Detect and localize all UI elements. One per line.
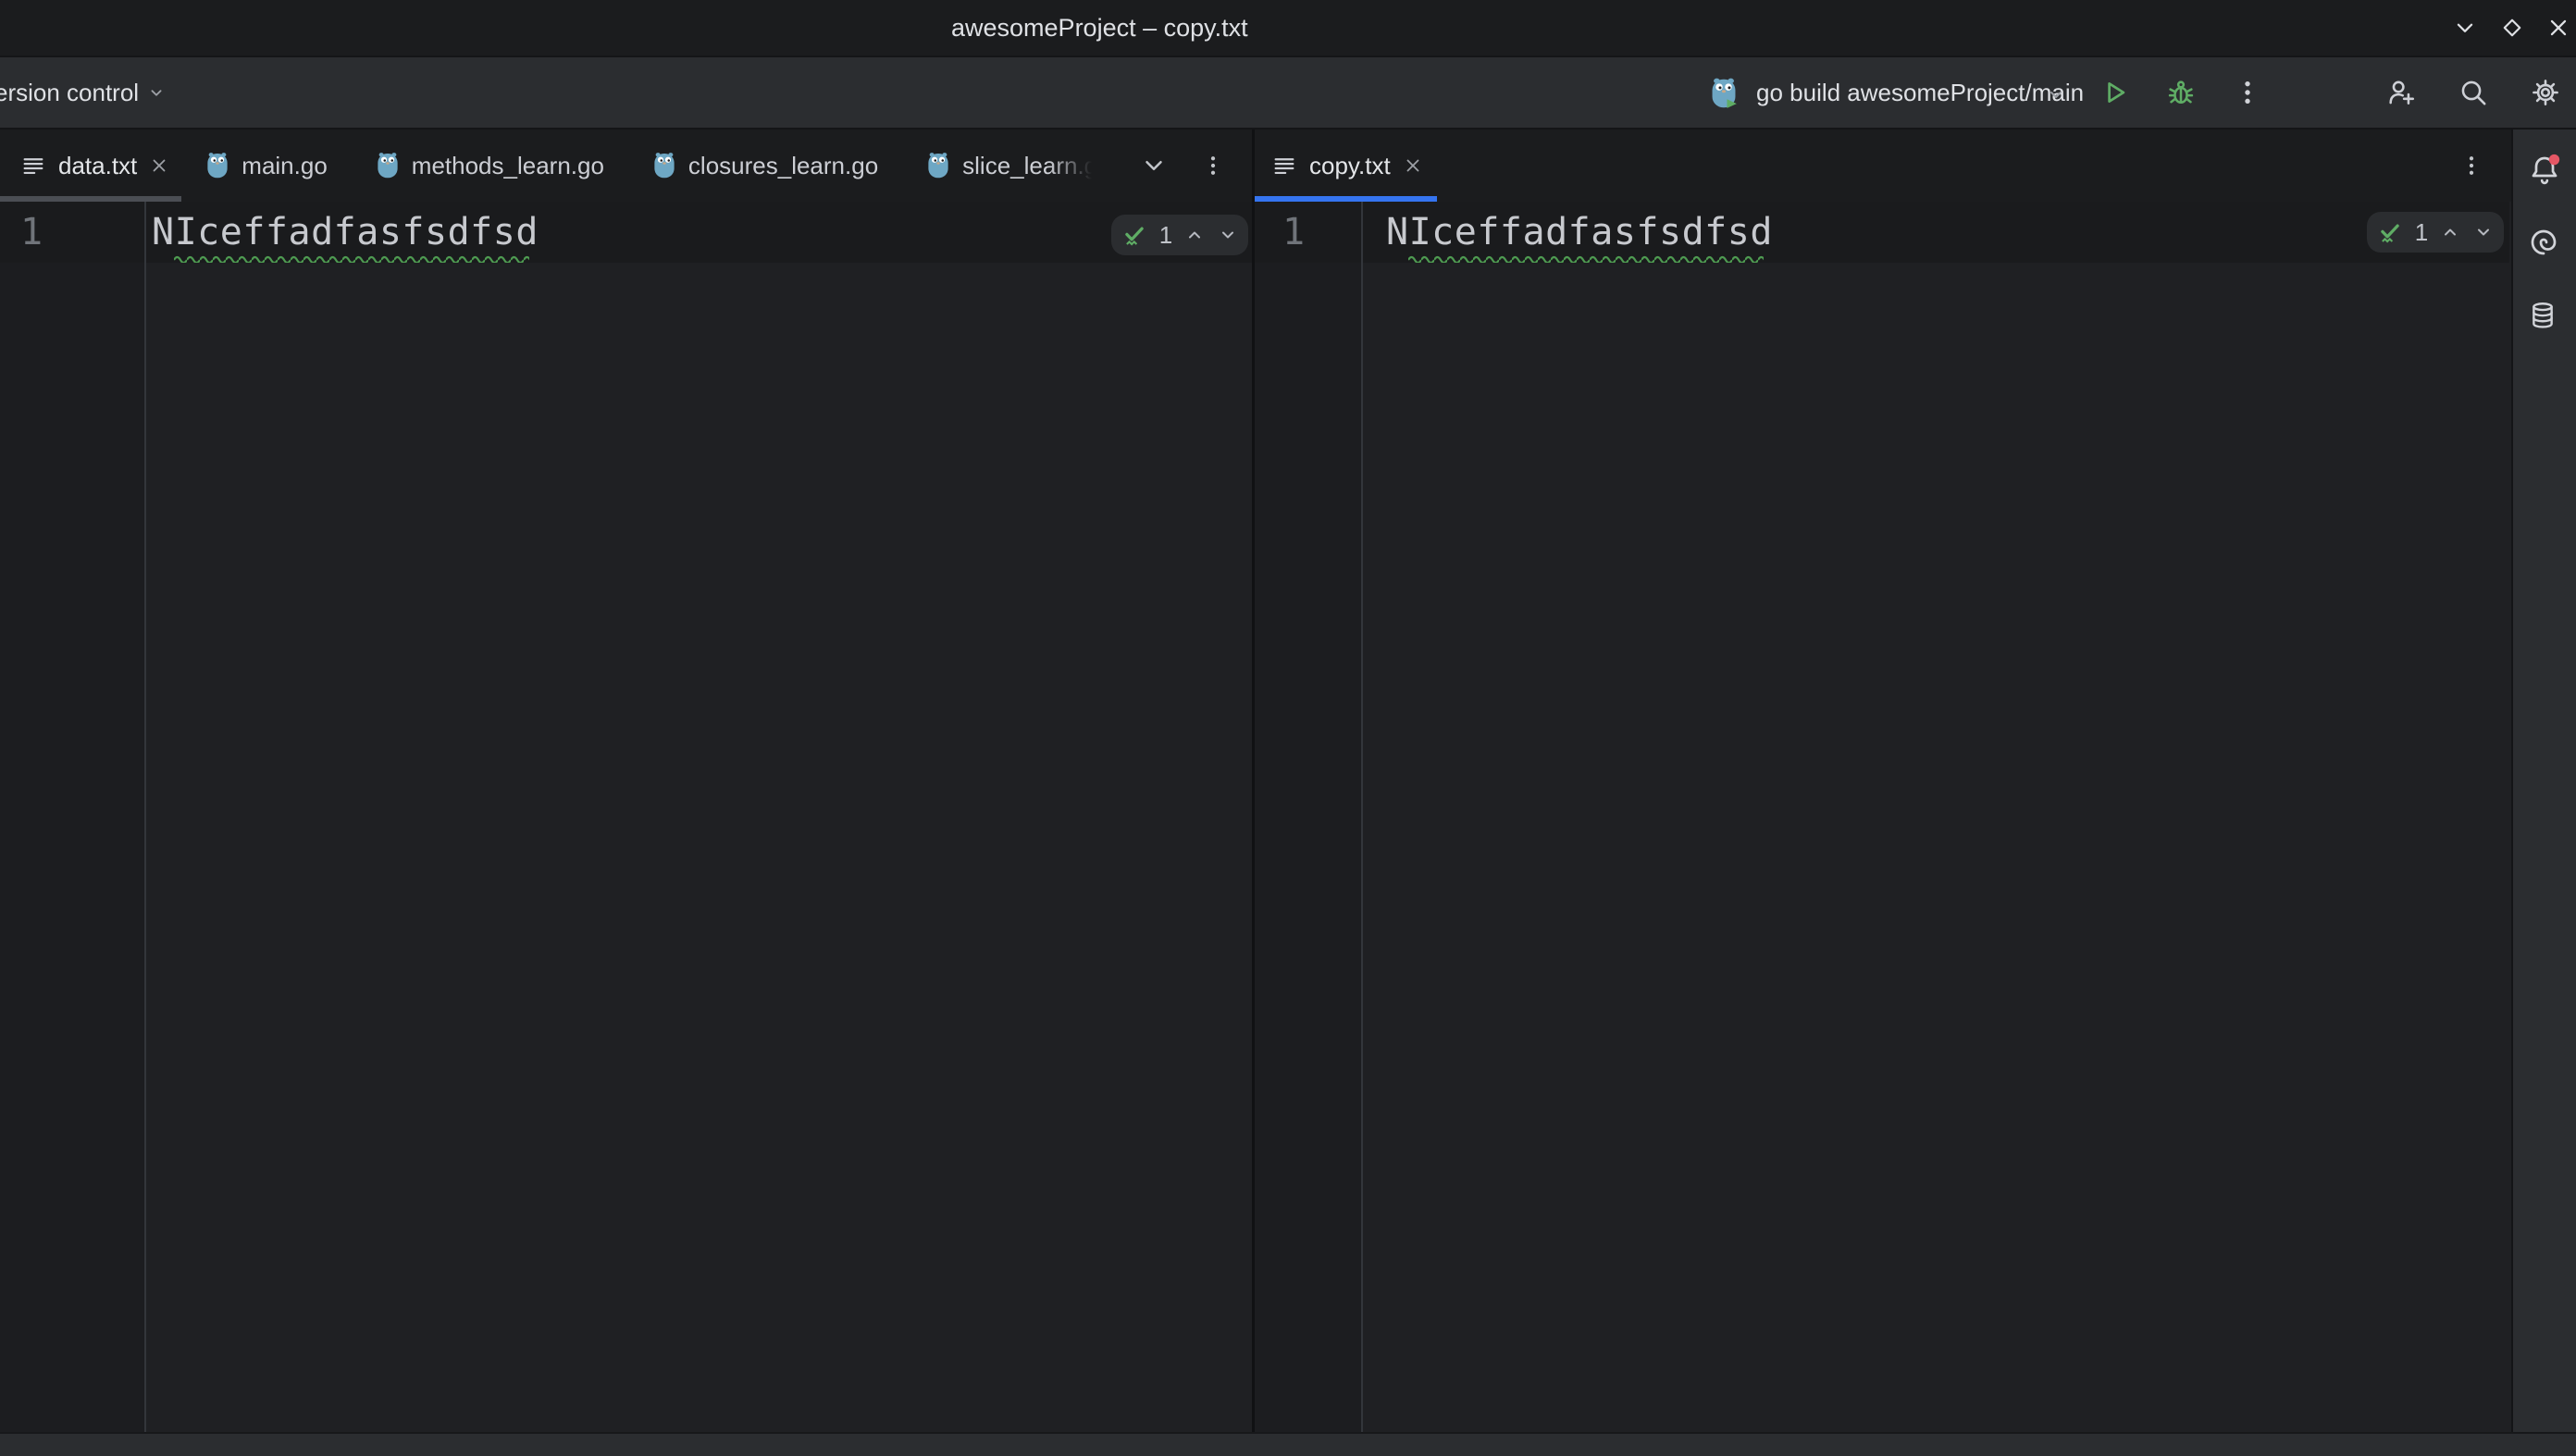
- status-bar: [0, 1432, 2576, 1456]
- tab-methods-learn-go[interactable]: methods_learn.go: [352, 130, 628, 202]
- text-file-icon: [20, 153, 46, 179]
- tab-label: copy.txt: [1309, 152, 1391, 180]
- minimize-chevron-icon[interactable]: [2453, 16, 2477, 40]
- prev-chevron-icon[interactable]: [1183, 224, 1206, 246]
- tab-label: main.go: [242, 152, 328, 180]
- gutter-divider: [144, 202, 146, 1432]
- go-gopher-icon: [652, 152, 676, 179]
- database-icon[interactable]: [2527, 300, 2562, 335]
- pane-splitter[interactable]: [1252, 130, 1255, 1432]
- inspection-widget[interactable]: 1: [1111, 215, 1248, 255]
- editor-tab-bar: data.txt main.go: [0, 130, 2576, 202]
- run-config-label[interactable]: go build awesomeProject/main: [1756, 57, 2084, 128]
- titlebar: awesomeProject – copy.txt: [0, 0, 2576, 56]
- text-file-icon: [1271, 153, 1297, 179]
- typo-squiggle: [1408, 253, 1764, 263]
- gutter-divider: [1361, 202, 1363, 1432]
- close-tab-icon[interactable]: [1402, 154, 1424, 177]
- tab-main-go[interactable]: main.go: [181, 130, 352, 202]
- version-control-widget[interactable]: ersion control: [0, 57, 167, 128]
- editor-area: 1 NIceffadfasfsdfsd 1 1 NIceffadfasfsdfs…: [0, 202, 2576, 1432]
- tab-copy-txt[interactable]: copy.txt: [1255, 130, 1437, 202]
- tab-label: data.txt: [58, 152, 137, 180]
- main-toolbar: ersion control go build awesomeProject/m…: [0, 56, 2576, 130]
- chevron-down-icon[interactable]: [2045, 83, 2067, 105]
- typo-check-icon: [2376, 218, 2404, 246]
- right-tool-stripe: [2511, 130, 2576, 1432]
- window-title: awesomeProject – copy.txt: [951, 0, 1248, 56]
- gutter: [0, 202, 144, 1432]
- next-chevron-icon[interactable]: [2472, 221, 2495, 243]
- version-control-label: ersion control: [0, 79, 139, 107]
- editor-pane-left[interactable]: 1 NIceffadfasfsdfsd 1: [0, 202, 1252, 1432]
- prev-chevron-icon[interactable]: [2439, 221, 2461, 243]
- tab-label: closures_learn.go: [688, 152, 878, 180]
- go-gopher-icon: [926, 152, 950, 179]
- restore-diamond-icon[interactable]: [2500, 16, 2524, 40]
- inspection-count: 1: [1159, 221, 1172, 250]
- search-icon[interactable]: [2458, 77, 2489, 108]
- inspection-count: 1: [2415, 218, 2428, 247]
- gutter: [1255, 202, 1361, 1432]
- tab-options-kebab-icon[interactable]: [1199, 152, 1227, 179]
- typo-squiggle: [174, 253, 529, 263]
- settings-gear-icon[interactable]: [2530, 77, 2561, 108]
- run-play-icon[interactable]: [2099, 77, 2130, 108]
- tab-label: methods_learn.go: [412, 152, 604, 180]
- next-chevron-icon[interactable]: [1217, 224, 1239, 246]
- ai-assistant-swirl-icon[interactable]: [2527, 226, 2562, 261]
- line-number: 1: [20, 205, 43, 259]
- inspection-widget[interactable]: 1: [2367, 212, 2504, 253]
- go-gopher-icon: [376, 152, 400, 179]
- close-icon[interactable]: [2546, 16, 2570, 40]
- tab-options-kebab-icon[interactable]: [2458, 152, 2485, 179]
- editor-line-text[interactable]: NIceffadfasfsdfsd: [152, 205, 539, 259]
- tab-slice-learn-go[interactable]: slice_learn.go: [902, 130, 1116, 202]
- editor-pane-right[interactable]: 1 NIceffadfasfsdfsd 1: [1255, 202, 2509, 1432]
- more-kebab-icon[interactable]: [2232, 77, 2263, 108]
- typo-check-icon: [1121, 221, 1148, 249]
- right-pane-tabs: copy.txt: [1255, 130, 1437, 202]
- chevron-down-icon: [146, 82, 167, 103]
- go-gopher-icon: [205, 152, 229, 179]
- editor-line-text[interactable]: NIceffadfasfsdfsd: [1386, 205, 1773, 259]
- line-number: 1: [1282, 205, 1305, 259]
- tab-data-txt[interactable]: data.txt: [0, 130, 181, 202]
- tab-closures-learn-go[interactable]: closures_learn.go: [628, 130, 902, 202]
- debug-bug-icon[interactable]: [2165, 77, 2197, 108]
- add-user-icon[interactable]: [2385, 77, 2417, 108]
- close-tab-icon[interactable]: [148, 154, 170, 177]
- go-run-config-gopher-icon[interactable]: [1708, 77, 1740, 108]
- tab-label: slice_learn.go: [962, 152, 1092, 180]
- hidden-tabs-chevron-icon[interactable]: [1140, 152, 1168, 179]
- left-pane-tabs: data.txt main.go: [0, 130, 1227, 202]
- notifications-bell-icon[interactable]: [2527, 152, 2562, 187]
